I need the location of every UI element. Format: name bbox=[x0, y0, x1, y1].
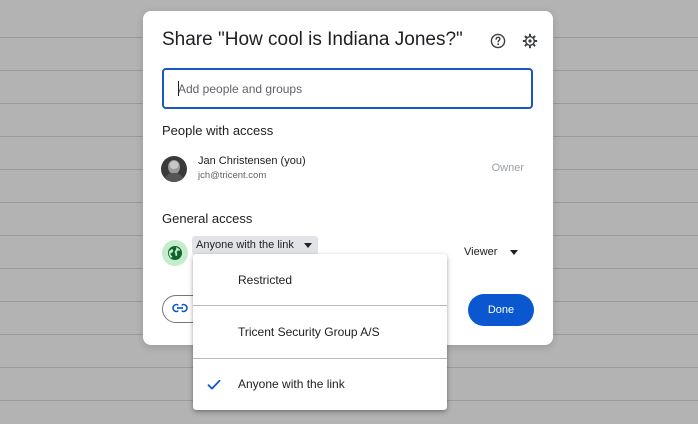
general-access-heading: General access bbox=[162, 211, 253, 226]
gear-icon[interactable] bbox=[520, 31, 540, 51]
help-circle-icon[interactable] bbox=[488, 31, 508, 51]
checkmark-icon bbox=[207, 378, 221, 396]
user-email: jch@tricent.com bbox=[198, 170, 267, 181]
done-button[interactable]: Done bbox=[468, 294, 534, 326]
text-cursor bbox=[178, 81, 179, 96]
add-people-field[interactable] bbox=[162, 68, 533, 109]
menu-item-tricent-security-group[interactable]: Tricent Security Group A/S bbox=[193, 306, 447, 358]
general-access-menu: Restricted Tricent Security Group A/S An… bbox=[193, 254, 447, 410]
owner-role-label: Owner bbox=[491, 162, 524, 174]
role-selected: Viewer bbox=[464, 246, 498, 258]
menu-item-anyone-with-link[interactable]: Anyone with the link bbox=[193, 358, 447, 410]
role-dropdown[interactable]: Viewer bbox=[464, 244, 521, 260]
user-name: Jan Christensen (you) bbox=[198, 155, 306, 167]
menu-item-label: Anyone with the link bbox=[238, 377, 345, 391]
menu-item-label: Tricent Security Group A/S bbox=[238, 325, 380, 339]
add-people-input[interactable] bbox=[164, 70, 531, 107]
avatar bbox=[161, 156, 187, 182]
menu-item-label: Restricted bbox=[238, 273, 293, 287]
chevron-down-icon bbox=[510, 250, 519, 255]
general-access-selected: Anyone with the link bbox=[196, 239, 294, 251]
dialog-title: Share "How cool is Indiana Jones?" bbox=[162, 29, 463, 50]
menu-item-restricted[interactable]: Restricted bbox=[193, 254, 447, 306]
globe-icon bbox=[162, 240, 188, 266]
people-with-access-heading: People with access bbox=[162, 123, 274, 138]
chevron-down-icon bbox=[303, 243, 312, 248]
link-icon bbox=[172, 300, 188, 318]
general-access-dropdown[interactable]: Anyone with the link bbox=[192, 236, 318, 255]
